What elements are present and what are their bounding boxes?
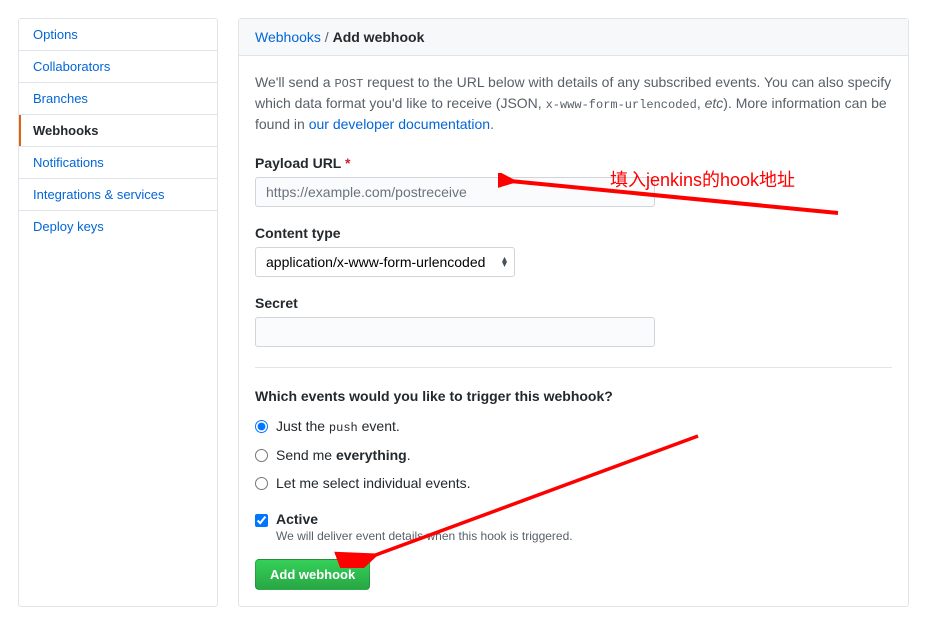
active-checkbox[interactable] xyxy=(255,514,268,527)
sidebar-item-label: Webhooks xyxy=(33,123,99,138)
secret-input[interactable] xyxy=(255,317,655,347)
event-option-everything[interactable] xyxy=(255,449,268,462)
sidebar-item-label: Notifications xyxy=(33,155,104,170)
breadcrumb-current: Add webhook xyxy=(333,29,425,45)
sidebar-item-label: Branches xyxy=(33,91,88,106)
sidebar-item-webhooks[interactable]: Webhooks xyxy=(19,115,217,147)
secret-label: Secret xyxy=(255,295,892,311)
event-option-individual-label[interactable]: Let me select individual events. xyxy=(276,475,471,491)
sidebar-item-notifications[interactable]: Notifications xyxy=(19,147,217,179)
event-option-everything-label[interactable]: Send me everything. xyxy=(276,447,411,463)
payload-url-label: Payload URL * xyxy=(255,155,892,171)
event-option-push[interactable] xyxy=(255,420,268,433)
sidebar-item-options[interactable]: Options xyxy=(19,19,217,51)
main-panel: Webhooks / Add webhook We'll send a POST… xyxy=(238,18,909,607)
breadcrumb-separator: / xyxy=(325,29,329,45)
sidebar-item-integrations[interactable]: Integrations & services xyxy=(19,179,217,211)
breadcrumb-root[interactable]: Webhooks xyxy=(255,29,321,45)
settings-sidebar: Options Collaborators Branches Webhooks … xyxy=(18,18,218,607)
content-type-select[interactable]: application/x-www-form-urlencoded xyxy=(255,247,515,277)
sidebar-item-branches[interactable]: Branches xyxy=(19,83,217,115)
sidebar-item-collaborators[interactable]: Collaborators xyxy=(19,51,217,83)
sidebar-item-label: Deploy keys xyxy=(33,219,104,234)
event-option-individual[interactable] xyxy=(255,477,268,490)
divider xyxy=(255,367,892,368)
sidebar-item-label: Options xyxy=(33,27,78,42)
sidebar-item-label: Integrations & services xyxy=(33,187,165,202)
events-title: Which events would you like to trigger t… xyxy=(255,388,892,404)
intro-text: We'll send a POST request to the URL bel… xyxy=(255,72,892,135)
content-type-label: Content type xyxy=(255,225,892,241)
add-webhook-button[interactable]: Add webhook xyxy=(255,559,370,590)
active-label: Active xyxy=(276,511,573,527)
active-description: We will deliver event details when this … xyxy=(276,529,573,543)
sidebar-item-deploy-keys[interactable]: Deploy keys xyxy=(19,211,217,242)
required-indicator: * xyxy=(345,155,350,171)
event-option-push-label[interactable]: Just the push event. xyxy=(276,418,400,435)
docs-link[interactable]: our developer documentation xyxy=(309,116,490,132)
sidebar-item-label: Collaborators xyxy=(33,59,110,74)
breadcrumb: Webhooks / Add webhook xyxy=(239,19,908,56)
payload-url-input[interactable] xyxy=(255,177,655,207)
